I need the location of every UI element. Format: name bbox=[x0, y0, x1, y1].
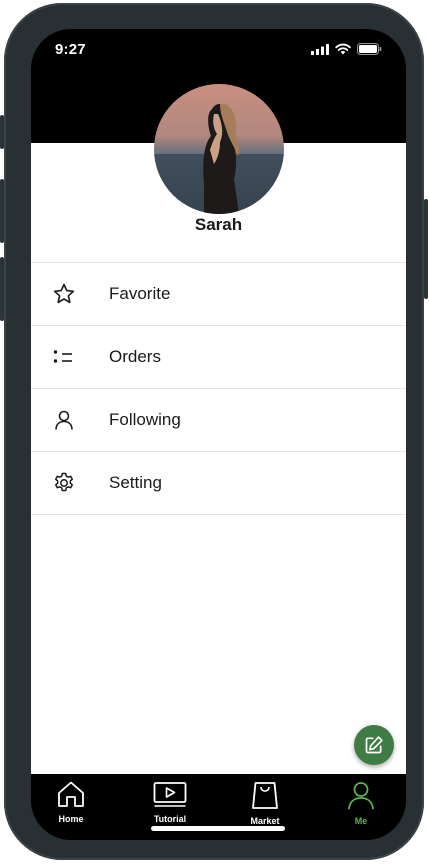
wifi-icon bbox=[335, 43, 351, 55]
shopping-bag-icon bbox=[252, 782, 278, 809]
tab-home[interactable]: Home bbox=[41, 780, 101, 824]
profile-menu: Favorite Orders Following Setting bbox=[31, 262, 406, 515]
menu-item-orders[interactable]: Orders bbox=[31, 325, 406, 388]
tab-label: Market bbox=[250, 816, 280, 826]
mute-switch bbox=[0, 115, 4, 149]
gear-icon bbox=[54, 472, 74, 492]
menu-item-setting[interactable]: Setting bbox=[31, 451, 406, 515]
menu-item-label: Setting bbox=[109, 473, 162, 492]
status-bar: 9:27 bbox=[31, 29, 406, 73]
phone-frame: 9:27 Sarah Favorite Orders Following Set… bbox=[0, 3, 428, 860]
home-indicator[interactable] bbox=[151, 826, 285, 831]
tab-market[interactable]: Market bbox=[235, 780, 295, 826]
profile-screen: Sarah Favorite Orders Following Setting bbox=[31, 143, 406, 774]
tab-me[interactable]: Me bbox=[331, 780, 391, 826]
menu-item-label: Favorite bbox=[109, 284, 171, 303]
edit-fab-button[interactable] bbox=[354, 725, 394, 765]
person-icon bbox=[55, 410, 73, 430]
tab-label: Me bbox=[354, 816, 368, 826]
menu-item-label: Following bbox=[109, 410, 181, 429]
avatar-photo bbox=[154, 84, 284, 214]
tab-label: Home bbox=[58, 814, 84, 824]
battery-icon bbox=[357, 43, 382, 55]
star-icon bbox=[53, 283, 75, 304]
menu-item-following[interactable]: Following bbox=[31, 388, 406, 451]
screen: 9:27 Sarah Favorite Orders Following Set… bbox=[31, 29, 406, 840]
status-icons bbox=[311, 43, 382, 55]
menu-item-favorite[interactable]: Favorite bbox=[31, 262, 406, 325]
person-icon bbox=[348, 782, 374, 810]
home-icon bbox=[58, 781, 84, 807]
edit-icon bbox=[365, 736, 383, 754]
tab-bar: Home Tutorial Market Me bbox=[31, 774, 406, 840]
tab-label: Tutorial bbox=[153, 814, 187, 824]
menu-item-label: Orders bbox=[109, 347, 161, 366]
avatar[interactable] bbox=[154, 84, 284, 214]
signal-icon bbox=[311, 43, 329, 55]
tab-tutorial[interactable]: Tutorial bbox=[140, 780, 200, 824]
video-icon bbox=[153, 782, 187, 807]
volume-down-button bbox=[0, 257, 4, 321]
volume-up-button bbox=[0, 179, 4, 243]
status-time: 9:27 bbox=[55, 41, 86, 58]
power-button bbox=[424, 199, 428, 299]
profile-name: Sarah bbox=[194, 215, 243, 234]
list-icon bbox=[53, 350, 72, 363]
